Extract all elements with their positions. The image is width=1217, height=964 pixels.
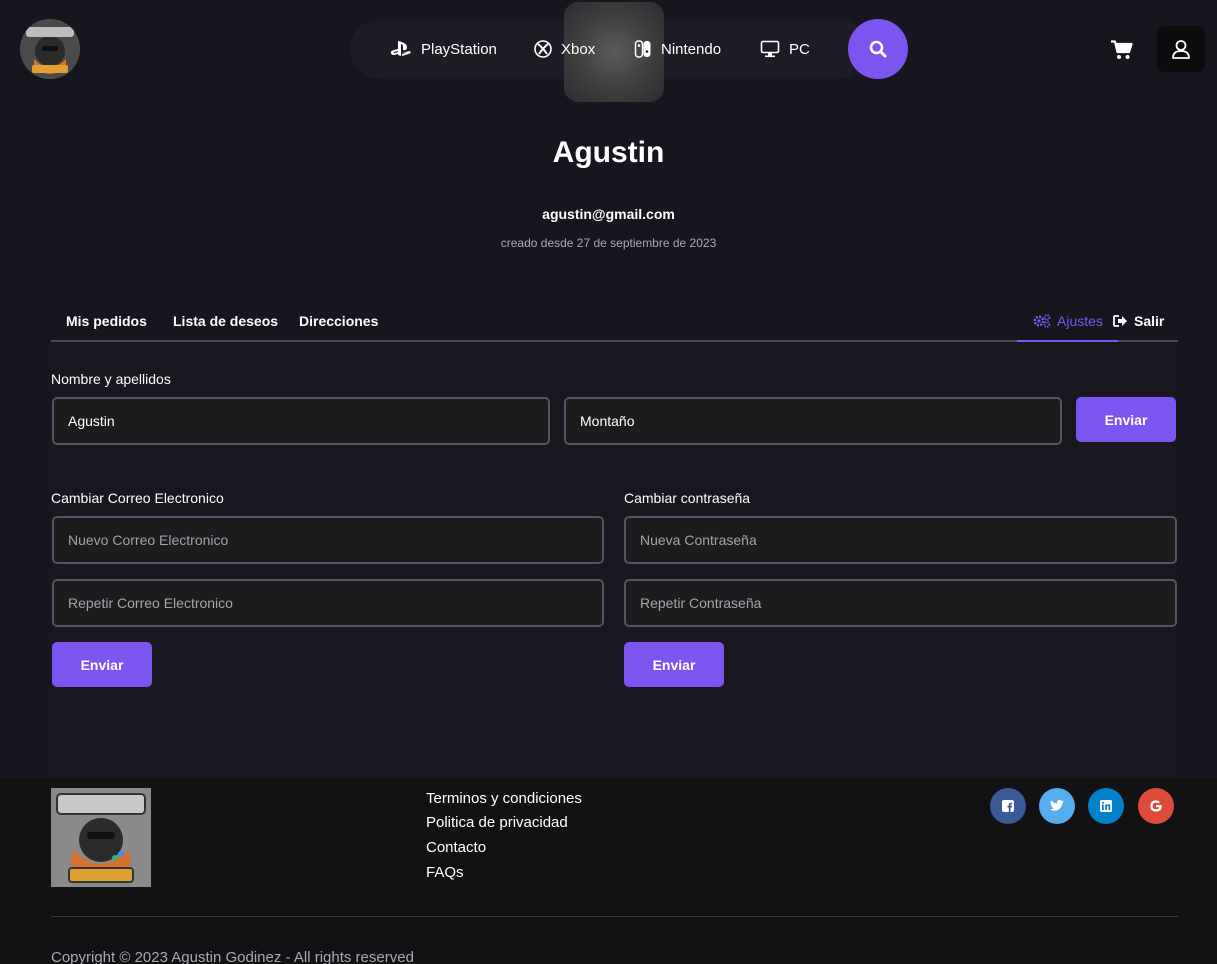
cart-icon [1111,40,1133,59]
new-email-field[interactable] [52,516,604,564]
name-submit-button[interactable]: Enviar [1076,397,1176,442]
facebook-icon [1002,800,1014,812]
nav-item-pc[interactable]: PC [760,38,810,60]
password-section-label: Cambiar contraseña [624,490,751,506]
password-submit-button[interactable]: Enviar [624,642,724,687]
user-account-button[interactable] [1157,26,1205,72]
footer-logo[interactable] [51,788,151,887]
email-submit-button[interactable]: Enviar [52,642,152,687]
sign-out-icon [1113,315,1127,327]
linkedin-icon [1100,800,1112,812]
name-section-label: Nombre y apellidos [51,371,171,387]
profile-name: Agustin [552,136,665,169]
nav-item-xbox[interactable]: Xbox [534,38,595,60]
new-password-field[interactable] [624,516,1177,564]
nav-item-playstation[interactable]: PlayStation [390,38,497,60]
brand-logo-image [20,19,80,79]
brand-logo[interactable] [20,19,80,79]
tab-ajustes[interactable]: Ajustes [1033,312,1103,330]
copyright-text: Copyright © 2023 Agustin Godinez - All r… [51,949,414,964]
nav-label-playstation: PlayStation [421,40,497,58]
last-name-field[interactable] [564,397,1062,445]
nav-label-nintendo: Nintendo [661,40,722,58]
nintendo-switch-icon [634,40,651,58]
tab-direcciones[interactable]: Direcciones [299,313,378,329]
search-button[interactable] [848,19,908,79]
cart-button[interactable] [1108,36,1136,64]
footer-link-privacidad[interactable]: Politica de privacidad [426,814,568,831]
nav-label-xbox: Xbox [561,40,596,58]
google-button[interactable] [1138,788,1174,824]
playstation-icon [390,41,411,56]
footer-link-faqs[interactable]: FAQs [426,864,464,881]
repeat-password-field[interactable] [624,579,1177,627]
footer-link-contacto[interactable]: Contacto [426,839,486,856]
twitter-icon [1050,800,1064,811]
nav-label-pc: PC [789,40,810,58]
google-icon [1150,800,1162,812]
footer-logo-image [51,788,151,887]
repeat-email-field[interactable] [52,579,604,627]
first-name-field[interactable] [52,397,550,445]
email-section-label: Cambiar Correo Electronico [51,490,224,506]
user-icon [1172,40,1190,59]
search-icon [869,40,887,58]
tab-lista-de-deseos[interactable]: Lista de deseos [173,313,278,329]
footer: Terminos y condiciones Politica de priva… [0,778,1217,964]
logout-button[interactable]: Salir [1113,312,1164,330]
facebook-button[interactable] [990,788,1026,824]
profile-created-date: creado desde 27 de septiembre de 2023 [500,236,717,250]
tab-mis-pedidos[interactable]: Mis pedidos [66,313,147,329]
xbox-icon [534,40,552,58]
logout-label: Salir [1134,313,1165,329]
gears-icon [1033,314,1051,328]
twitter-button[interactable] [1039,788,1075,824]
tab-ajustes-label: Ajustes [1057,313,1103,329]
nav-item-nintendo[interactable]: Nintendo [634,38,721,60]
linkedin-button[interactable] [1088,788,1124,824]
footer-divider [51,916,1178,917]
monitor-icon [760,40,780,58]
footer-link-terminos[interactable]: Terminos y condiciones [426,790,582,807]
profile-email: agustin@gmail.com [542,206,675,222]
